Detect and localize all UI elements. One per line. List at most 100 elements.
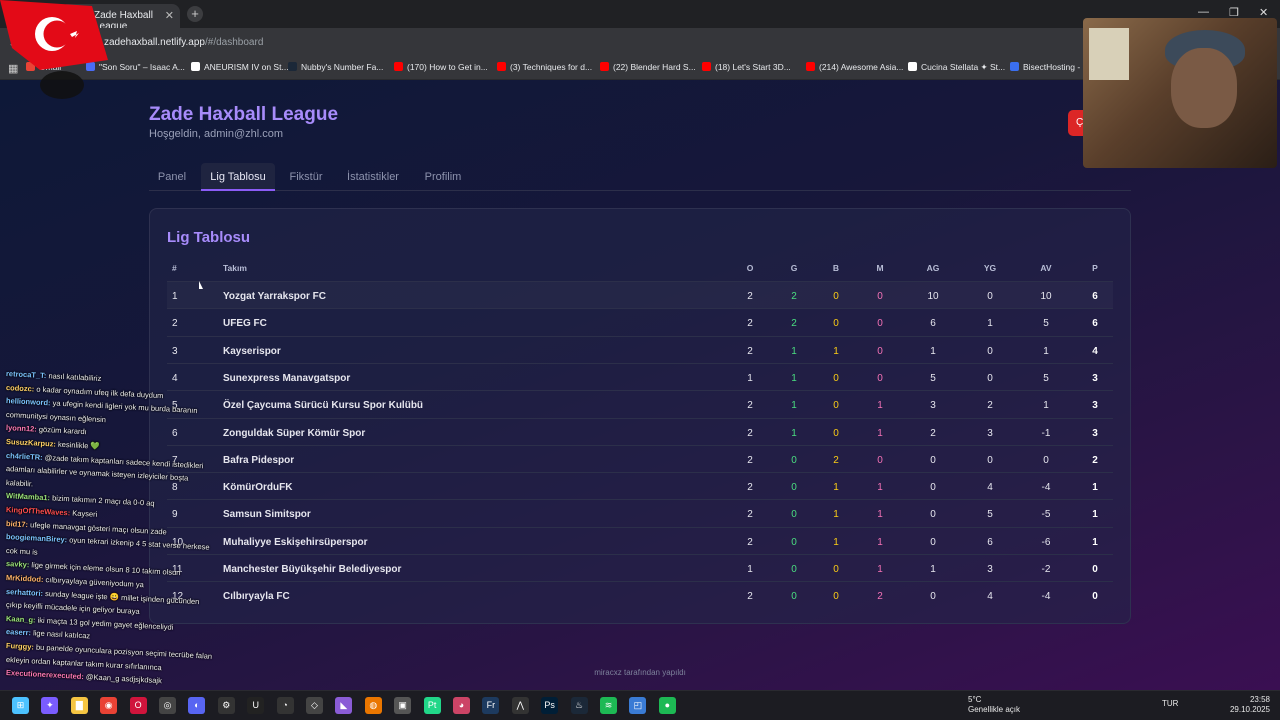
cell-drawn: 1 (833, 345, 839, 357)
new-tab-button[interactable]: + (187, 6, 203, 22)
minimize-icon[interactable]: — (1198, 6, 1209, 18)
tab-profilim[interactable]: Profilim (417, 163, 469, 191)
unreal-icon[interactable]: U (247, 697, 265, 714)
cell-goal-diff: 0 (1043, 454, 1049, 466)
chat-message: lyonn12: gözüm karardı (6, 423, 87, 436)
cell-played: 1 (747, 372, 753, 384)
table-row: 9 Samsun Simitspor 2 0 1 1 0 5 -5 1 (167, 499, 1113, 526)
bookmark-item[interactable]: Nubby's Number Fa... (288, 62, 383, 72)
bookmark-item[interactable]: ANEURISM IV on St... (191, 62, 289, 72)
file-explorer-icon[interactable]: ▇ (70, 697, 88, 714)
cell-drawn: 0 (833, 318, 839, 330)
cell-points: 3 (1092, 400, 1098, 412)
cell-played: 2 (747, 400, 753, 412)
chat-text: kesinlikle 💚 (57, 439, 101, 451)
roblox-icon[interactable]: ▣ (394, 697, 412, 714)
bookmark-item[interactable]: (18) Let's Start 3D... (702, 62, 791, 72)
cell-team: Zonguldak Süper Kömür Spor (223, 427, 366, 439)
bookmark-item[interactable]: (3) Techniques for d... (497, 62, 592, 72)
pycharm-icon[interactable]: Pt (423, 697, 441, 714)
obs-icon[interactable]: ◎ (159, 697, 176, 714)
weather-widget[interactable]: 5°C Genellikle açık (968, 695, 1020, 715)
cell-team: Bafra Pidespor (223, 454, 295, 466)
chat-username: savky: (5, 559, 30, 570)
discord-icon[interactable]: ◐ (188, 697, 206, 714)
cell-points: 1 (1092, 482, 1098, 494)
bookmark-label: "Son Soru" – Isaac A... (99, 62, 185, 72)
cell-lost: 1 (877, 482, 883, 494)
cell-goal-diff: -1 (1041, 427, 1051, 439)
cell-lost: 1 (877, 400, 883, 412)
spotify2-icon[interactable]: ● (658, 697, 676, 714)
chat-message: retrocaT_T: nasıl katılabiliriz (6, 369, 102, 383)
chat-username: KingOfTheWaves: (5, 505, 71, 518)
chat-username: bid17: (5, 518, 29, 529)
chat-username: Executionerexecuted: (5, 668, 85, 682)
chrome-icon[interactable]: ◉ (100, 697, 118, 714)
header-drawn: B (832, 263, 840, 273)
chat-username: SusuzKarpuz: (5, 437, 57, 449)
tab-panel[interactable]: Panel (149, 163, 195, 191)
cell-goals-against: 4 (987, 591, 993, 603)
cell-goals-for: 0 (930, 536, 936, 548)
language-indicator[interactable]: TUR (1162, 699, 1178, 708)
github-icon[interactable]: ◔ (276, 697, 294, 714)
cell-played: 2 (747, 591, 753, 603)
table-row: 8 KömürOrduFK 2 0 1 1 0 4 -4 1 (167, 472, 1113, 499)
inkscape-icon[interactable]: ⋀ (511, 697, 529, 714)
cell-drawn: 0 (833, 591, 839, 603)
copilot-icon[interactable]: ✦ (41, 697, 59, 714)
bookmark-item[interactable]: (214) Awesome Asia... (806, 62, 903, 72)
cell-goal-diff: 10 (1040, 291, 1052, 302)
cell-lost: 0 (877, 318, 883, 330)
cell-played: 2 (747, 427, 753, 439)
blender-icon[interactable]: ◍ (364, 697, 382, 714)
bookmark-favicon-icon (394, 62, 403, 71)
cell-team: KömürOrduFK (223, 482, 293, 494)
cell-lost: 0 (877, 345, 883, 357)
header-team: Takım (223, 263, 247, 273)
cell-won: 1 (791, 400, 797, 412)
spotify-icon[interactable]: ≋ (600, 697, 617, 714)
fresco-icon[interactable]: Fr (482, 697, 500, 714)
cell-goals-for: 0 (930, 509, 936, 521)
cell-points: 4 (1092, 345, 1098, 357)
bookmark-item[interactable]: (170) How to Get in... (394, 62, 488, 72)
cell-played: 2 (747, 509, 753, 521)
tab-fikstur[interactable]: Fikstür (283, 163, 329, 191)
bookmark-item[interactable]: Cucina Stellata ✦ St... (908, 62, 1005, 73)
tab-istatistikler[interactable]: İstatistikler (341, 163, 405, 191)
chat-message: KingOfTheWaves: Kayseri (6, 505, 98, 519)
davinci-icon[interactable]: ◕ (453, 697, 470, 714)
bookmark-favicon-icon (702, 62, 711, 71)
chat-text: communitysi oynasın eğlensin (5, 409, 107, 425)
steam-icon[interactable]: ♨ (570, 697, 588, 714)
opera-icon[interactable]: O (129, 697, 147, 714)
app2-icon[interactable]: ◰ (629, 697, 647, 714)
bookmark-favicon-icon (497, 62, 506, 71)
table-row: 12 Cılbıryayla FC 2 0 0 2 0 4 -4 0 (167, 581, 1113, 608)
cell-position: 2 (172, 318, 178, 330)
cell-won: 0 (791, 591, 797, 603)
cell-points: 0 (1092, 564, 1098, 575)
cell-drawn: 2 (833, 454, 839, 466)
close-tab-icon[interactable]: ✕ (165, 9, 174, 22)
bookmark-favicon-icon (600, 62, 609, 71)
cell-goals-for: 1 (930, 345, 936, 357)
windows-start-icon[interactable]: ⊞ (12, 697, 29, 714)
cell-won: 0 (791, 536, 797, 548)
cell-goals-against: 0 (987, 454, 993, 466)
tab-lig-tablosu[interactable]: Lig Tablosu (201, 163, 275, 191)
system-clock[interactable]: 23:58 29.10.2025 (1226, 695, 1270, 715)
cell-position: 1 (172, 291, 178, 302)
chat-username: hellionword: (5, 396, 51, 408)
chat-username: WitMamba1: (5, 491, 51, 503)
url-field[interactable]: zadehaxball.netlify.app/#/dashboard (104, 37, 263, 48)
visual-studio-icon[interactable]: ◣ (335, 697, 353, 714)
unity-icon[interactable]: ◇ (306, 697, 323, 714)
bookmark-item[interactable]: (22) Blender Hard S... (600, 62, 696, 72)
cell-lost: 1 (877, 509, 883, 521)
app-icon[interactable]: ⚙ (217, 697, 235, 714)
photoshop-icon[interactable]: Ps (541, 697, 559, 714)
cell-lost: 2 (877, 591, 883, 603)
